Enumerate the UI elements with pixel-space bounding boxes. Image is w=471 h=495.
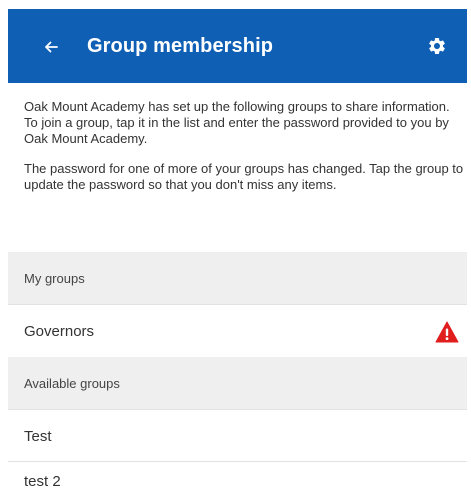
- intro-paragraph-join: Oak Mount Academy has set up the followi…: [24, 99, 450, 146]
- group-name: Test: [24, 427, 52, 445]
- gear-icon: [429, 37, 445, 54]
- intro-paragraph-password-changed: The password for one of more of your gro…: [24, 161, 464, 192]
- arrow-left-icon: [45, 41, 58, 53]
- app-bar: Group membership: [8, 9, 467, 83]
- section-header-my-groups: My groups: [8, 252, 467, 304]
- list-item-test[interactable]: Test: [8, 410, 467, 462]
- group-name: test 2: [24, 473, 61, 490]
- group-membership-screen: Group membership Oak Mount Academy has s…: [0, 0, 471, 495]
- intro-text: Oak Mount Academy has set up the followi…: [24, 99, 466, 207]
- list-item-test-2[interactable]: test 2: [8, 462, 467, 495]
- list-item-governors[interactable]: Governors: [8, 305, 467, 357]
- back-button[interactable]: [38, 34, 64, 60]
- page-title: Group membership: [87, 35, 274, 57]
- group-name: Governors: [24, 322, 95, 340]
- warning-triangle-icon: [435, 321, 459, 343]
- settings-button[interactable]: [425, 34, 449, 58]
- section-header-available-groups: Available groups: [8, 357, 467, 409]
